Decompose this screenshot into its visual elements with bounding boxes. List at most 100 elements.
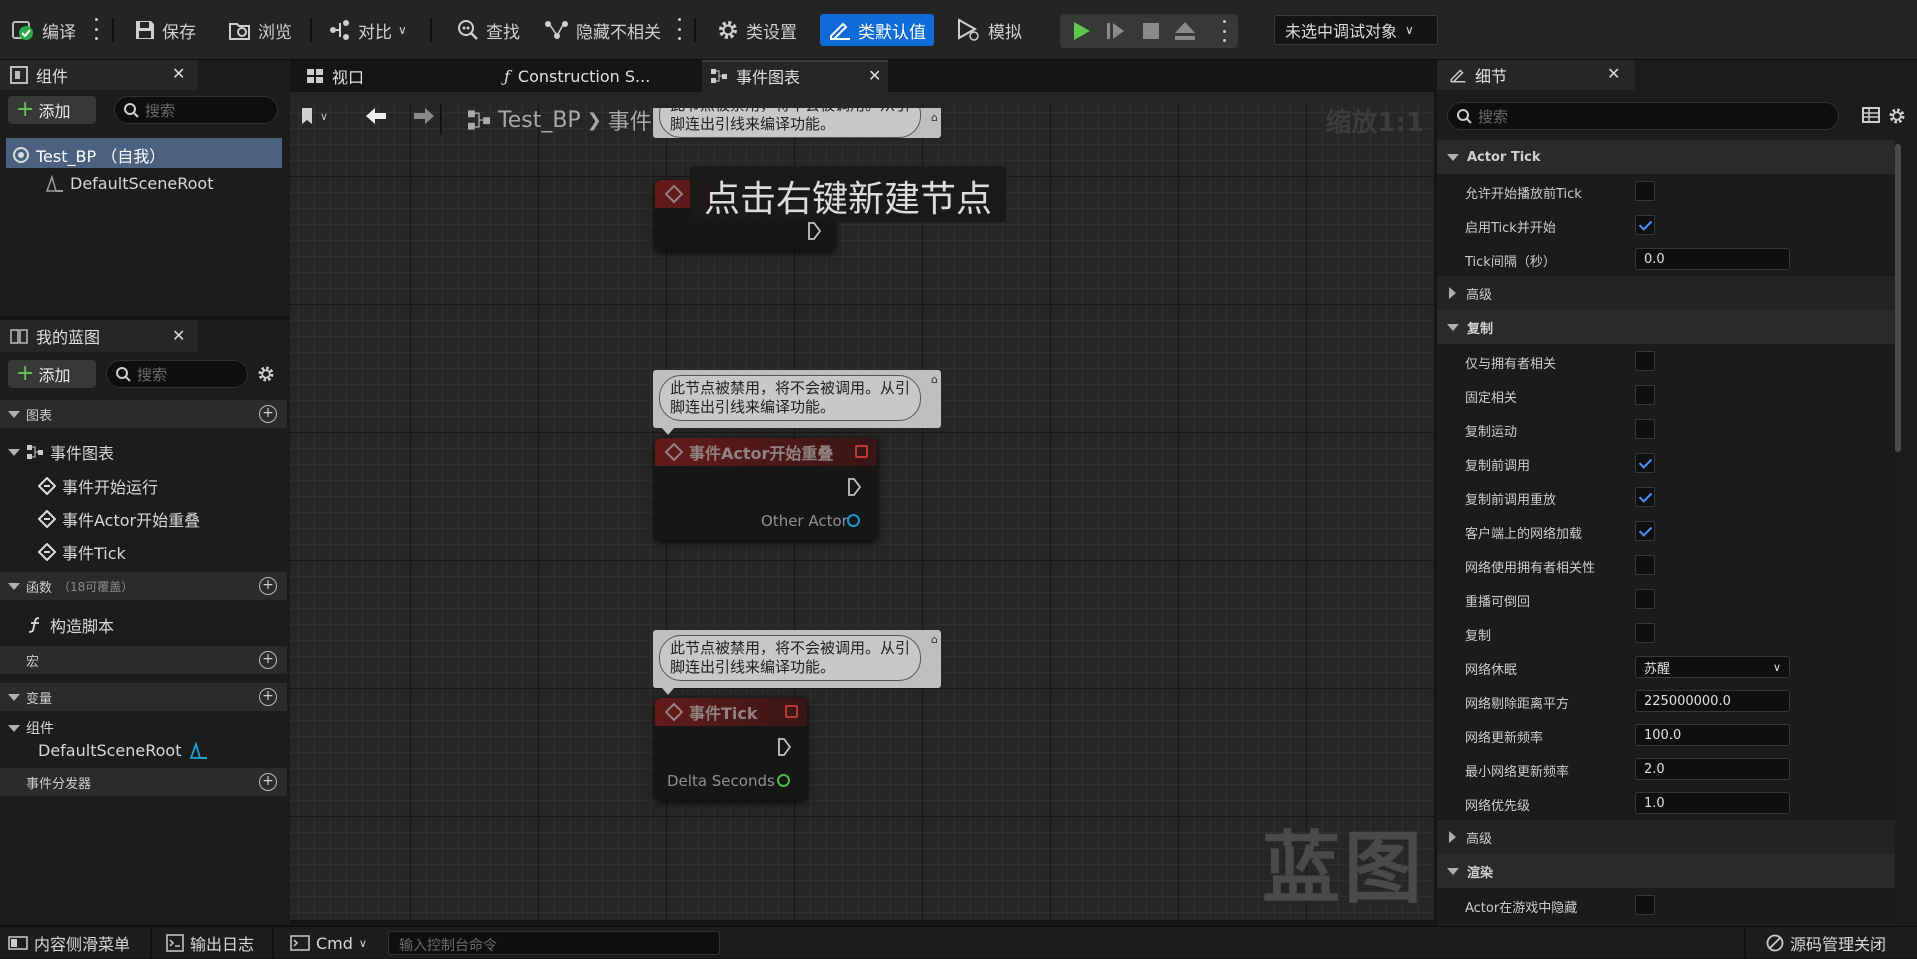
- exec-output-pin[interactable]: [847, 478, 861, 496]
- exec-output-pin[interactable]: [777, 738, 791, 756]
- advanced-expander[interactable]: 高级: [1437, 276, 1895, 310]
- breadcrumb-blueprint[interactable]: Test_BP: [498, 108, 581, 133]
- section-rendering[interactable]: 渲染: [1437, 854, 1895, 888]
- details-search-input[interactable]: 搜索: [1447, 102, 1839, 130]
- eject-icon[interactable]: [1174, 21, 1196, 41]
- detail-number-field[interactable]: 225000000.0: [1635, 690, 1790, 712]
- add-macro-icon[interactable]: +: [259, 651, 277, 669]
- components-search-placeholder: 搜索: [145, 101, 176, 120]
- net-dormancy-select[interactable]: 苏醒 ∨: [1635, 656, 1790, 678]
- step-icon[interactable]: [1106, 21, 1126, 41]
- add-variable-icon[interactable]: +: [259, 688, 277, 706]
- add-member-button[interactable]: + 添加: [8, 360, 96, 388]
- variables-section-header[interactable]: 变量 +: [0, 683, 287, 711]
- component-default-scene-root[interactable]: DefaultSceneRoot: [44, 174, 214, 193]
- cmd-dropdown[interactable]: Cmd ∨: [290, 931, 367, 955]
- detail-number-field[interactable]: 100.0: [1635, 724, 1790, 746]
- add-component-button[interactable]: + 添加: [8, 96, 96, 124]
- console-input[interactable]: 输入控制台命令: [388, 931, 720, 955]
- exec-output-pin[interactable]: [807, 222, 821, 240]
- event-actor-begin-overlap-node[interactable]: 事件Actor开始重叠 Other Actor: [655, 438, 877, 540]
- detail-number-field[interactable]: 1.0: [1635, 792, 1790, 814]
- components-search-input[interactable]: 搜索: [114, 96, 278, 124]
- detail-number-field[interactable]: 2.0: [1635, 758, 1790, 780]
- close-icon[interactable]: ✕: [1607, 64, 1620, 83]
- detail-checkbox[interactable]: [1635, 555, 1655, 575]
- compile-button[interactable]: 编译: [10, 14, 76, 46]
- event-tick-node[interactable]: 事件Tick Delta Seconds: [655, 698, 807, 800]
- class-defaults-button[interactable]: 类默认值: [820, 14, 934, 46]
- detail-checkbox[interactable]: [1635, 181, 1655, 201]
- detail-number-field[interactable]: 0.0: [1635, 248, 1790, 270]
- gear-icon[interactable]: [1887, 106, 1907, 126]
- float-output-pin[interactable]: [777, 774, 790, 787]
- variable-item-default-scene-root[interactable]: DefaultSceneRoot: [38, 741, 208, 760]
- tab-construction-script[interactable]: ƒ Construction S...: [496, 62, 650, 90]
- pin-icon[interactable]: ⌂: [931, 373, 938, 386]
- table-view-icon[interactable]: [1862, 106, 1880, 124]
- event-item[interactable]: 事件Actor开始重叠: [38, 507, 200, 531]
- section-replication[interactable]: 复制: [1437, 310, 1895, 344]
- close-icon[interactable]: ✕: [868, 66, 881, 85]
- more-options-icon[interactable]: [677, 18, 681, 40]
- details-scrollbar[interactable]: [1895, 144, 1901, 452]
- browse-button[interactable]: 浏览: [228, 14, 292, 46]
- simulate-button[interactable]: 模拟: [956, 14, 1022, 46]
- detail-checkbox[interactable]: [1635, 487, 1655, 507]
- compile-options-icon[interactable]: [94, 18, 98, 40]
- my-blueprint-search-input[interactable]: 搜索: [106, 360, 248, 388]
- tab-viewport[interactable]: 视口: [298, 62, 364, 90]
- disabled-comment-bubble[interactable]: 此节点被禁用，将不会被调用。从引脚连出引线来编译功能。 ⌂: [653, 630, 941, 688]
- forward-arrow-icon[interactable]: [412, 106, 436, 126]
- detail-checkbox[interactable]: [1635, 589, 1655, 609]
- find-button[interactable]: 查找: [456, 14, 520, 46]
- hide-unrelated-button[interactable]: 隐藏不相关: [544, 14, 661, 46]
- detail-checkbox[interactable]: [1635, 623, 1655, 643]
- bookmark-menu[interactable]: ∨: [300, 104, 342, 128]
- variable-group-components[interactable]: 组件: [8, 718, 54, 738]
- gear-icon[interactable]: [256, 364, 276, 384]
- stop-icon[interactable]: [1142, 22, 1160, 40]
- pin-icon[interactable]: ⌂: [931, 633, 938, 646]
- diff-button[interactable]: 对比 ∨: [328, 14, 407, 46]
- source-control-button[interactable]: 源码管理关闭: [1766, 931, 1886, 955]
- disabled-comment-bubble[interactable]: 此节点被禁用，将不会被调用。从引脚连出引线来编译功能。 ⌂: [653, 370, 941, 428]
- close-icon[interactable]: ✕: [172, 326, 185, 345]
- detail-checkbox[interactable]: [1635, 521, 1655, 541]
- tab-event-graph[interactable]: 事件图表: [702, 62, 800, 90]
- section-actor-tick[interactable]: Actor Tick: [1437, 140, 1895, 174]
- event-graph-canvas[interactable]: ∨ Test_BP ❯ 事件图表 缩放1:1 此节点被禁用，将不会被调用。从引脚…: [290, 104, 1434, 920]
- functions-section-header[interactable]: 函数 （18可覆盖） +: [0, 572, 287, 600]
- detail-checkbox[interactable]: [1635, 453, 1655, 473]
- macros-section-header[interactable]: 宏 +: [0, 646, 287, 674]
- close-icon[interactable]: ✕: [172, 64, 185, 83]
- save-button[interactable]: 保存: [134, 14, 196, 46]
- graph-item-event-graph[interactable]: 事件图表: [8, 440, 114, 464]
- debug-object-dropdown[interactable]: 未选中调试对象 ∨: [1274, 15, 1438, 45]
- event-item[interactable]: 事件开始运行: [38, 474, 158, 498]
- detail-checkbox[interactable]: [1635, 385, 1655, 405]
- detail-checkbox[interactable]: [1635, 215, 1655, 235]
- detail-checkbox[interactable]: [1635, 419, 1655, 439]
- add-graph-icon[interactable]: +: [259, 405, 277, 423]
- class-settings-button[interactable]: 类设置: [716, 14, 797, 46]
- dispatchers-section-header[interactable]: 事件分发器 +: [0, 768, 287, 796]
- component-root-label: Test_BP （自我）: [36, 147, 166, 166]
- expand-icon: [1447, 867, 1459, 875]
- play-icon[interactable]: [1072, 21, 1092, 41]
- advanced-expander[interactable]: 高级: [1437, 820, 1895, 854]
- function-item-construction-script[interactable]: 构造脚本: [26, 613, 114, 637]
- event-item[interactable]: 事件Tick: [38, 540, 126, 564]
- detail-checkbox[interactable]: [1635, 351, 1655, 371]
- pin-icon[interactable]: ⌂: [931, 111, 938, 124]
- add-function-icon[interactable]: +: [259, 577, 277, 595]
- output-log-button[interactable]: 输出日志: [166, 931, 254, 955]
- disabled-comment-bubble[interactable]: 此节点被禁用，将不会被调用。从引脚连出引线来编译功能。 ⌂: [653, 108, 941, 138]
- add-dispatcher-icon[interactable]: +: [259, 773, 277, 791]
- detail-checkbox[interactable]: [1635, 895, 1655, 915]
- play-options-icon[interactable]: [1222, 20, 1226, 42]
- object-output-pin[interactable]: [847, 514, 860, 527]
- content-drawer-button[interactable]: 内容侧滑菜单: [8, 931, 130, 955]
- back-arrow-icon[interactable]: [364, 106, 388, 126]
- graphs-section-header[interactable]: 图表 +: [0, 400, 287, 428]
